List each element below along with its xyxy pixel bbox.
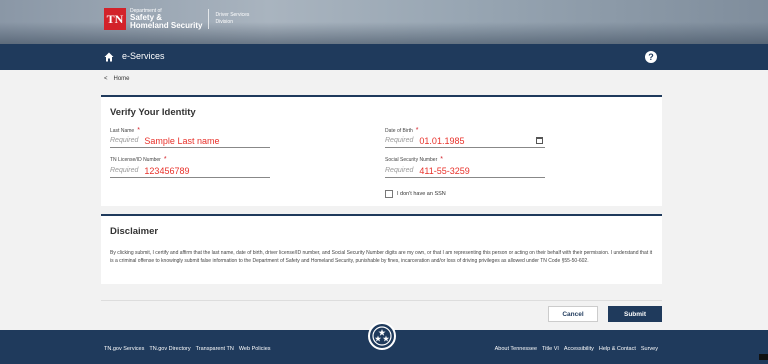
home-icon[interactable]	[104, 52, 114, 62]
last-name-label: Last Name *	[110, 127, 140, 134]
footer-link-tngov-directory[interactable]: TN.gov Directory	[149, 346, 190, 352]
footer-left-links: TN.gov Services TN.gov Directory Transpa…	[104, 346, 271, 352]
required-star: *	[163, 156, 167, 163]
calendar-icon[interactable]	[536, 137, 543, 144]
last-name-placeholder: Required	[110, 137, 139, 144]
footer-link-survey[interactable]: Survey	[641, 346, 658, 352]
cancel-button[interactable]: Cancel	[548, 306, 598, 322]
tn-stars-icon	[372, 326, 392, 346]
department-name: Department of Safety & Homeland Security	[130, 8, 203, 30]
verify-identity-card: Verify Your Identity Last Name * Required…	[101, 95, 662, 206]
dob-value: 01.01.1985	[419, 135, 465, 146]
breadcrumb-home-link[interactable]: Home	[114, 76, 130, 82]
department-logo[interactable]: TN Department of Safety & Homeland Secur…	[104, 8, 249, 30]
top-nav-bar: e-Services ?	[0, 44, 768, 70]
ssn-placeholder: Required	[385, 167, 414, 174]
footer-link-title-vi[interactable]: Title VI	[542, 346, 559, 352]
nav-title: e-Services	[122, 51, 165, 61]
header-banner: TN Department of Safety & Homeland Secur…	[0, 0, 768, 44]
help-icon[interactable]: ?	[645, 51, 657, 63]
edge-artifact	[759, 354, 768, 360]
ssn-label-text: Social Security Number	[385, 157, 438, 163]
department-line3: Homeland Security	[130, 20, 203, 30]
dob-field[interactable]: Required 01.01.1985	[385, 134, 545, 148]
license-label-text: TN License/ID Number	[110, 157, 161, 163]
dob-label: Date of Birth *	[385, 127, 419, 134]
dob-placeholder: Required	[385, 137, 414, 144]
disclaimer-text: By clicking submit, I certify and affirm…	[110, 250, 653, 264]
footer-right-links: About Tennessee Title VI Accessibility H…	[495, 346, 658, 352]
ssn-value: 411-55-3259	[419, 165, 470, 176]
division-line1: Driver Services	[215, 12, 250, 18]
ssn-field[interactable]: Required 411-55-3259	[385, 164, 545, 178]
disclaimer-card: Disclaimer By clicking submit, I certify…	[101, 214, 662, 284]
no-ssn-label: I don't have an SSN	[397, 191, 446, 197]
tn-seal-icon[interactable]	[368, 322, 396, 350]
last-name-field[interactable]: Required Sample Last name	[110, 134, 270, 148]
division-name: Driver Services Division	[215, 12, 249, 26]
tn-logo-mark: TN	[104, 8, 126, 30]
division-line2: Division	[215, 19, 233, 25]
last-name-value: Sample Last name	[144, 135, 220, 146]
no-ssn-checkbox[interactable]	[385, 190, 393, 198]
breadcrumb: < Home	[104, 76, 130, 82]
footer-link-web-policies[interactable]: Web Policies	[239, 346, 271, 352]
license-placeholder: Required	[110, 167, 139, 174]
footer-link-transparent-tn[interactable]: Transparent TN	[196, 346, 234, 352]
footer-link-about-tennessee[interactable]: About Tennessee	[495, 346, 537, 352]
logo-divider	[208, 9, 210, 29]
form-actions: Cancel Submit	[101, 300, 662, 322]
required-star: *	[415, 127, 419, 134]
disclaimer-title: Disclaimer	[110, 226, 159, 237]
footer-link-tngov-services[interactable]: TN.gov Services	[104, 346, 144, 352]
license-label: TN License/ID Number *	[110, 156, 167, 163]
verify-title: Verify Your Identity	[110, 107, 196, 118]
required-star: *	[440, 156, 443, 163]
license-value: 123456789	[144, 165, 190, 176]
required-star: *	[137, 127, 140, 134]
back-chevron-icon[interactable]: <	[104, 76, 108, 82]
footer-link-help-contact[interactable]: Help & Contact	[599, 346, 636, 352]
footer-link-accessibility[interactable]: Accessibility	[564, 346, 594, 352]
submit-button[interactable]: Submit	[608, 306, 662, 322]
license-field[interactable]: Required 123456789	[110, 164, 270, 178]
ssn-label: Social Security Number *	[385, 156, 443, 163]
